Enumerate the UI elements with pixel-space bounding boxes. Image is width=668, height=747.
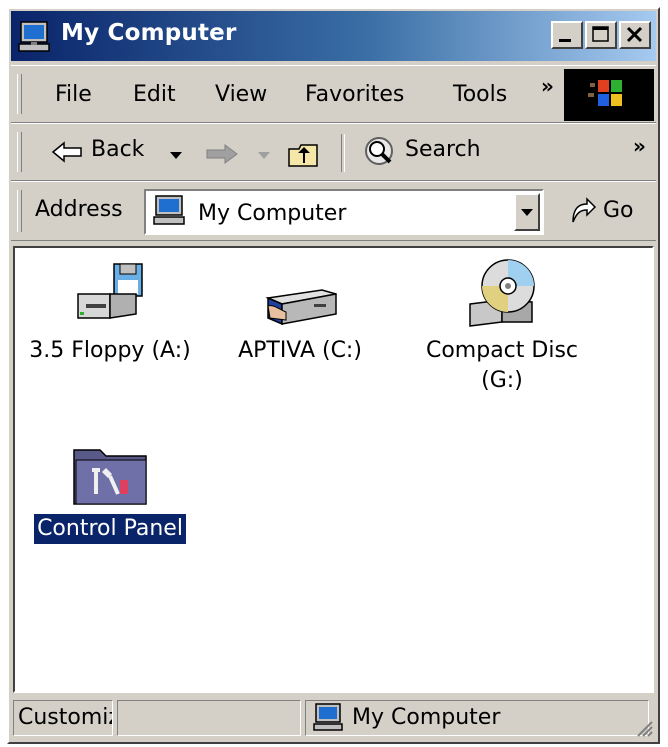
menu-edit[interactable]: Edit: [133, 82, 176, 107]
menu-bar: File Edit View Favorites Tools »: [11, 65, 656, 123]
go-button[interactable]: Go: [567, 192, 651, 232]
title-bar[interactable]: My Computer: [11, 11, 656, 61]
go-label: Go: [603, 198, 634, 223]
item-label-selected: Control Panel: [34, 514, 186, 544]
status-panel-middle: [117, 700, 301, 736]
control-panel-item[interactable]: Control Panel: [15, 440, 205, 544]
item-label: APTIVA (C:): [238, 338, 362, 363]
close-button[interactable]: [619, 21, 651, 49]
my-computer-icon: [153, 195, 185, 225]
close-icon: [626, 26, 643, 43]
hard-drive-icon: [265, 289, 337, 326]
search-icon: [365, 137, 393, 165]
windows-flag-icon: [588, 80, 622, 106]
maximize-button[interactable]: [585, 21, 617, 49]
menu-overflow-chevron[interactable]: »: [541, 74, 554, 98]
status-panel-left: Customiz: [13, 700, 113, 736]
address-combobox[interactable]: My Computer: [144, 189, 544, 235]
address-input[interactable]: My Computer: [198, 201, 346, 226]
drive-compact-disc-g[interactable]: Compact Disc (G:): [407, 256, 597, 396]
file-view[interactable]: 3.5 Floppy (A:) APTIVA (C:) Compact Disc…: [13, 246, 654, 693]
my-computer-icon: [18, 21, 50, 52]
windows-logo: [564, 69, 654, 121]
menu-favorites[interactable]: Favorites: [305, 82, 404, 107]
minimize-button[interactable]: [551, 21, 583, 49]
minimize-icon: [559, 39, 571, 42]
search-label: Search: [405, 137, 481, 162]
back-arrow-icon: [51, 141, 82, 163]
dropdown-arrow-icon: [521, 209, 533, 216]
up-folder-icon[interactable]: [287, 141, 321, 169]
control-panel-icon: [73, 449, 147, 505]
status-text: Customiz: [18, 705, 113, 730]
go-arrow-icon: [572, 197, 597, 223]
toolbar-overflow-chevron[interactable]: »: [633, 134, 646, 158]
address-dropdown-button[interactable]: [514, 193, 540, 231]
standard-toolbar: Back Search »: [11, 123, 656, 181]
resize-grip-icon[interactable]: [634, 718, 654, 738]
my-computer-icon: [313, 703, 343, 731]
toolbar-separator: [341, 134, 345, 172]
search-button[interactable]: Search: [361, 134, 511, 172]
menu-view[interactable]: View: [215, 82, 267, 107]
status-bar: Customiz My Computer: [11, 696, 656, 740]
toolbar-grip[interactable]: [17, 132, 22, 172]
menu-file[interactable]: File: [55, 82, 92, 107]
forward-dropdown-icon[interactable]: [257, 151, 271, 161]
address-grip[interactable]: [17, 190, 22, 232]
address-label: Address: [35, 197, 123, 222]
item-label: Compact Disc (G:): [425, 338, 579, 393]
status-panel-right: My Computer: [305, 700, 649, 736]
forward-arrow-icon[interactable]: [203, 140, 239, 170]
address-bar: Address My Computer Go: [11, 181, 656, 241]
item-label: 3.5 Floppy (A:): [29, 338, 191, 363]
window-title: My Computer: [61, 20, 237, 46]
explorer-window: My Computer File Edit View Favorites Too…: [7, 7, 660, 744]
drive-floppy-a[interactable]: 3.5 Floppy (A:): [15, 260, 205, 366]
menu-grip[interactable]: [17, 74, 22, 114]
status-location: My Computer: [352, 705, 501, 730]
back-label: Back: [91, 137, 145, 162]
cd-drive-icon: [469, 259, 535, 327]
menu-tools[interactable]: Tools: [453, 82, 507, 107]
maximize-icon: [592, 26, 609, 42]
floppy-drive-icon: [77, 263, 143, 319]
back-dropdown-icon[interactable]: [169, 151, 183, 161]
drive-aptiva-c[interactable]: APTIVA (C:): [205, 260, 395, 366]
